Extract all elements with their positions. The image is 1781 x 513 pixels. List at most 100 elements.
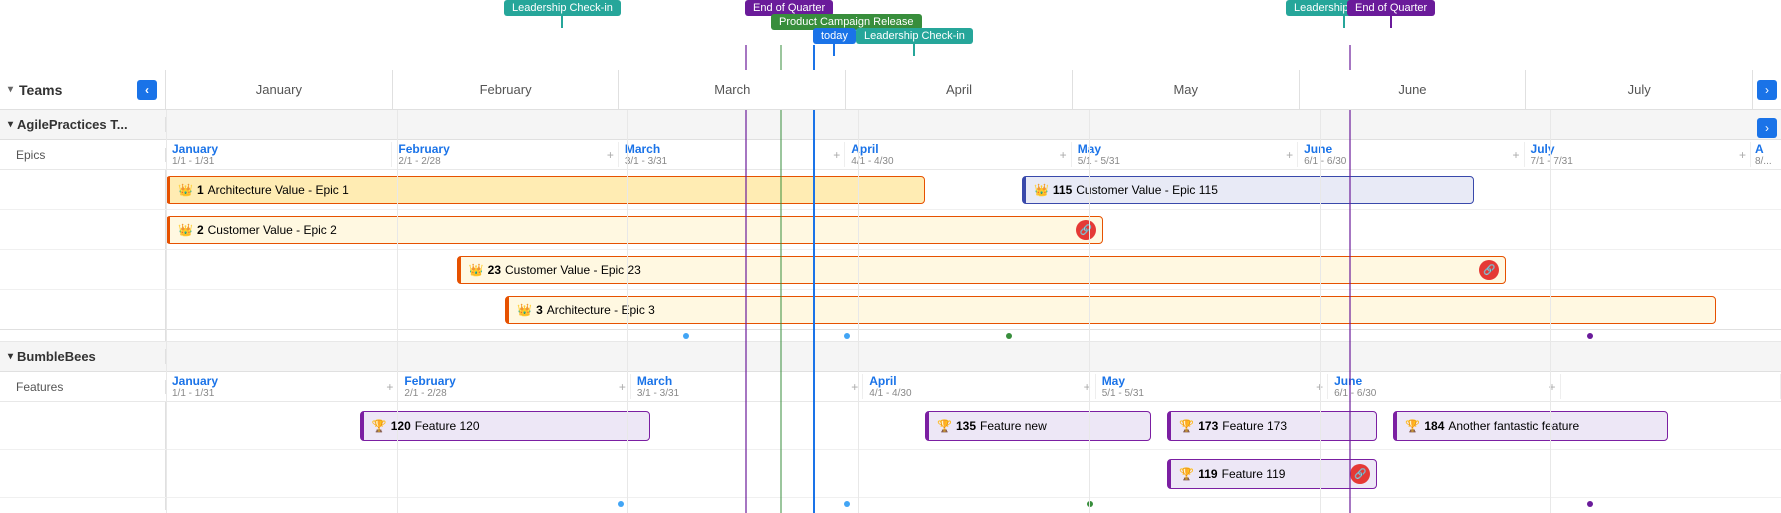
epic-label: Architecture Value - Epic 1: [208, 183, 349, 197]
epic-num: 115: [1053, 183, 1072, 197]
gantt-row-2-agile: 👑 23 Customer Value - Epic 23 🔗: [0, 250, 1781, 290]
indicator-dot: [1587, 333, 1593, 339]
feature-num: 120: [391, 419, 411, 433]
indicator-dot: [844, 501, 850, 507]
link-icon-119[interactable]: 🔗: [1350, 464, 1370, 484]
indicator-dot: [618, 501, 624, 507]
timeline-container: Leadership Check-in End of Quarter Produ…: [0, 0, 1781, 513]
feature-173-bar[interactable]: 🏆 173 Feature 173: [1167, 411, 1377, 441]
feature-184-bar[interactable]: 🏆 184 Another fantastic feature: [1393, 411, 1668, 441]
indicator-dot: [844, 333, 850, 339]
gantt-content-3: 👑 3 Architecture - Epic 3: [166, 290, 1781, 329]
agile-stripe-row: [0, 330, 1781, 342]
collapse-agile[interactable]: ▾: [8, 119, 13, 130]
feature-num: 135: [956, 419, 976, 433]
period-may-bb: May 5/1 - 5/31 +: [1096, 374, 1328, 399]
add-btn[interactable]: +: [1739, 148, 1746, 162]
gantt-row-3-agile: 👑 3 Architecture - Epic 3: [0, 290, 1781, 330]
gantt-content-2: 👑 23 Customer Value - Epic 23 🔗: [166, 250, 1781, 289]
link-icon[interactable]: 🔗: [1076, 220, 1096, 240]
gantt-sidebar-bb-1: [0, 450, 166, 497]
grid-line-0: [166, 110, 167, 513]
link-icon[interactable]: 🔗: [1479, 260, 1499, 280]
epic-num: 2: [197, 223, 204, 237]
gantt-sidebar-2: [0, 250, 166, 289]
feature-icon: 🏆: [937, 419, 952, 433]
feature-icon: 🏆: [372, 419, 387, 433]
period-may-agile: May 5/1 - 5/31 +: [1072, 142, 1298, 167]
prev-button[interactable]: ‹: [137, 80, 157, 100]
add-btn[interactable]: +: [386, 380, 393, 394]
marker-leadership-1[interactable]: Leadership Check-in: [504, 0, 621, 28]
grid-line-3: [858, 110, 859, 513]
gantt-row-1-agile: 👑 2 Customer Value - Epic 2 🔗: [0, 210, 1781, 250]
gantt-content-bb-0: 🏆 120 Feature 120 🏆 135 Feature new 🏆 17…: [166, 402, 1781, 449]
add-btn[interactable]: +: [607, 148, 614, 162]
add-btn[interactable]: +: [1286, 148, 1293, 162]
team-label-agile[interactable]: ▾ AgilePractices T...: [0, 117, 166, 132]
month-july: July: [1526, 70, 1753, 109]
marker-line: [561, 16, 563, 28]
epic-icon: 👑: [517, 303, 532, 317]
month-periods-agile: January 1/1 - 1/31 February 2/1 - 2/28 +…: [166, 142, 1781, 167]
add-btn[interactable]: +: [833, 148, 840, 162]
team-label-bumblebees[interactable]: ▾ BumbleBees: [0, 349, 166, 364]
epic-num: 23: [488, 263, 501, 277]
month-march: March: [619, 70, 846, 109]
marker-today[interactable]: today: [813, 28, 856, 56]
markers-bar: Leadership Check-in End of Quarter Produ…: [166, 0, 1781, 70]
period-name: January: [172, 142, 385, 156]
end-quarter-vertical-line: [745, 45, 747, 513]
collapse-icon: ▾: [8, 84, 13, 95]
grid-line-6: [1550, 110, 1551, 513]
gantt-sidebar-0: [0, 170, 166, 209]
collapse-bumblebees[interactable]: ▾: [8, 351, 13, 362]
period-jan-bb: January 1/1 - 1/31 +: [166, 374, 398, 399]
bb-stripe-row: [0, 498, 1781, 510]
gantt-content-0: 👑 1 Architecture Value - Epic 1 👑 115 Cu…: [166, 170, 1781, 209]
feature-label: Feature 173: [1222, 419, 1287, 433]
period-mar-bb: March 3/1 - 3/31 +: [631, 374, 863, 399]
feature-icon: 🏆: [1405, 419, 1420, 433]
feature-119-bar[interactable]: 🏆 119 Feature 119 🔗: [1167, 459, 1377, 489]
marker-label: End of Quarter: [1347, 0, 1435, 16]
epic-num: 3: [536, 303, 543, 317]
add-btn[interactable]: +: [1060, 148, 1067, 162]
next-button[interactable]: ›: [1757, 118, 1777, 138]
epic-2-bar[interactable]: 👑 2 Customer Value - Epic 2 🔗: [166, 216, 1103, 244]
team-name-agile: AgilePractices T...: [17, 117, 128, 132]
period-apr-agile: April 4/1 - 4/30 +: [845, 142, 1071, 167]
add-btn[interactable]: +: [619, 380, 626, 394]
teams-header[interactable]: ▾ Teams ‹: [0, 70, 166, 109]
team-row-bumblebees: ▾ BumbleBees: [0, 342, 1781, 372]
feature-icon: 🏆: [1179, 419, 1194, 433]
epics-label: Epics: [0, 148, 166, 162]
grid-line-4: [1089, 110, 1090, 513]
marker-today-label: today: [813, 28, 856, 44]
epics-period-row: Epics January 1/1 - 1/31 February 2/1 - …: [0, 140, 1781, 170]
feature-135-bar[interactable]: 🏆 135 Feature new: [925, 411, 1151, 441]
gantt-content-bb-1: 🏆 119 Feature 119 🔗: [166, 450, 1781, 497]
team-row-agile: ▾ AgilePractices T...: [0, 110, 1781, 140]
period-dates: 1/1 - 1/31: [172, 156, 385, 167]
epic-icon: 👑: [178, 183, 193, 197]
indicator-dot: [1006, 333, 1012, 339]
month-april: April: [846, 70, 1073, 109]
period-feb-bb: February 2/1 - 2/28 +: [398, 374, 630, 399]
grid-line-2: [627, 110, 628, 513]
epic-3-bar[interactable]: 👑 3 Architecture - Epic 3: [505, 296, 1716, 324]
feature-120-bar[interactable]: 🏆 120 Feature 120: [360, 411, 651, 441]
epic-1-bar[interactable]: 👑 1 Architecture Value - Epic 1: [166, 176, 925, 204]
epic-label: Customer Value - Epic 23: [505, 263, 641, 277]
marker-leadership-2[interactable]: Leadership Check-in: [856, 28, 973, 56]
grid-line-1: [397, 110, 398, 513]
next-button-header[interactable]: ›: [1753, 70, 1781, 109]
period-apr-bb: April 4/1 - 4/30 +: [863, 374, 1095, 399]
next-icon[interactable]: ›: [1757, 80, 1777, 100]
content-area: ▾ AgilePractices T... Epics January 1/1 …: [0, 110, 1781, 513]
epic-icon: 👑: [1034, 183, 1049, 197]
period-jul-agile: July 7/1 - 7/31 +: [1525, 142, 1751, 167]
marker-end-quarter-2[interactable]: End of Quarter: [1347, 0, 1435, 28]
add-btn[interactable]: +: [1513, 148, 1520, 162]
epic-label: Customer Value - Epic 2: [208, 223, 337, 237]
